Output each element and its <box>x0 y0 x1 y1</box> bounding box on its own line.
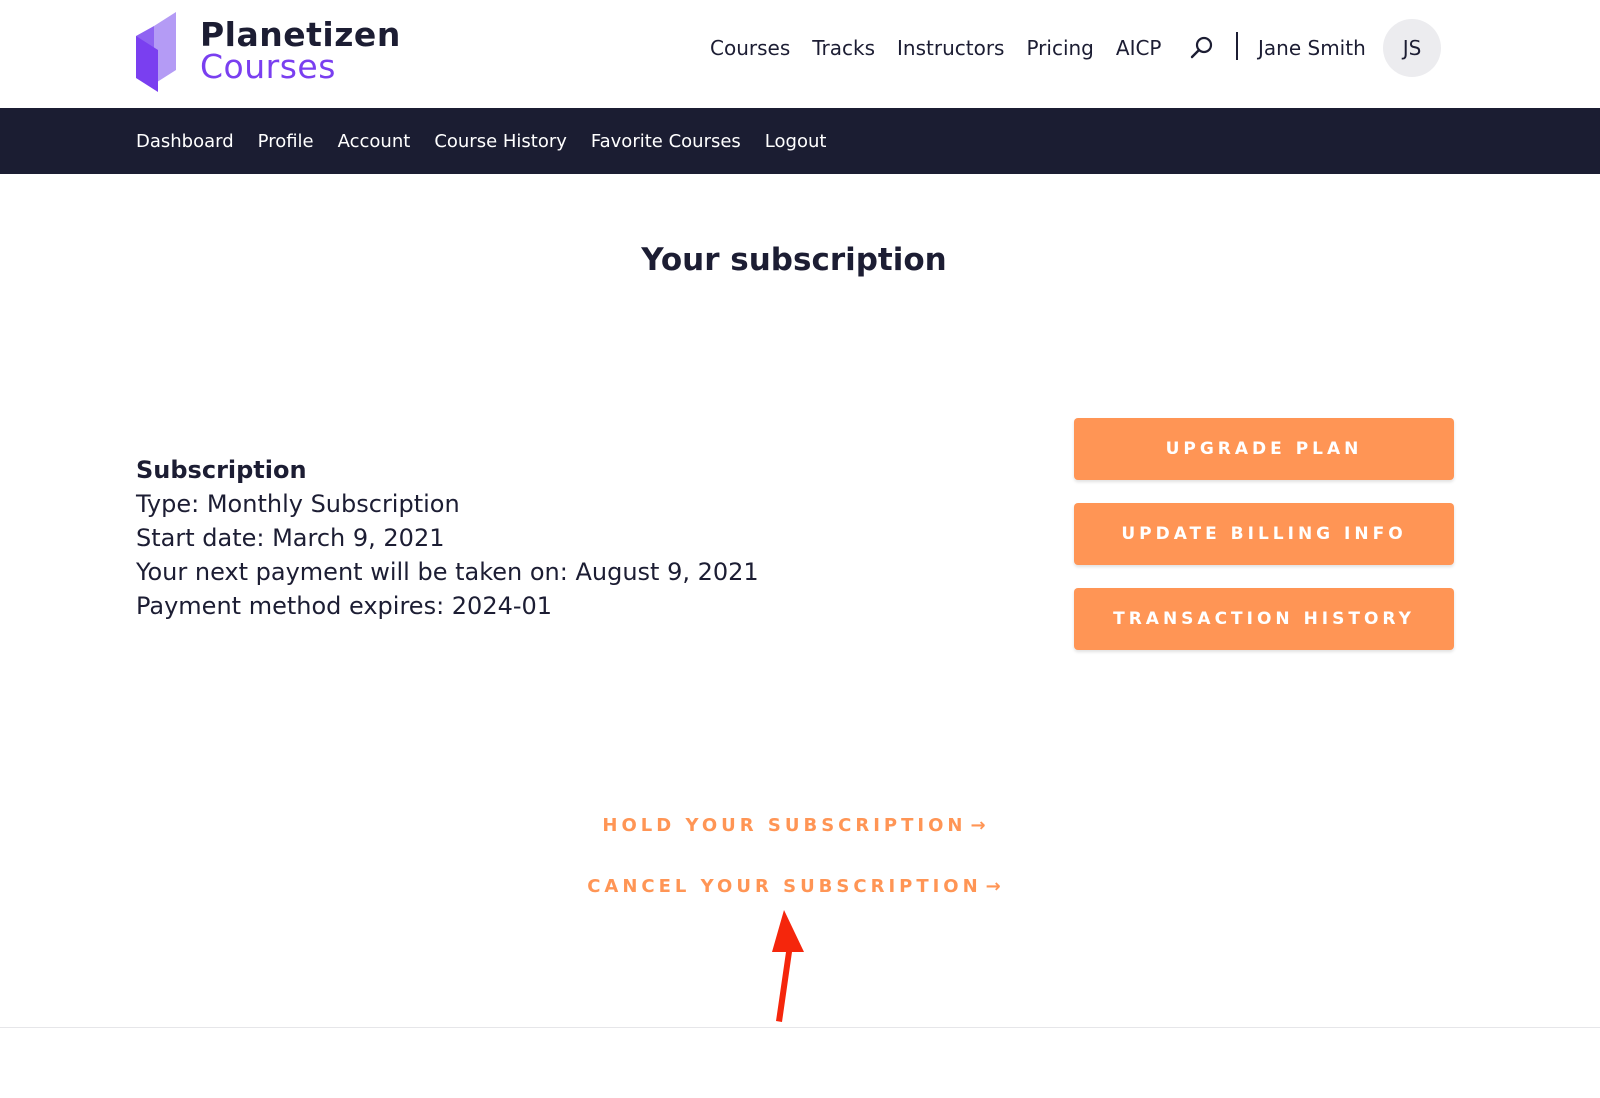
hold-subscription-link[interactable]: HOLD YOUR SUBSCRIPTION → <box>0 815 1588 836</box>
search-button[interactable] <box>1188 34 1216 62</box>
update-billing-info-button[interactable]: UPDATE BILLING INFO <box>1074 503 1454 565</box>
subscription-heading: Subscription <box>136 456 307 484</box>
header-divider <box>1236 32 1238 60</box>
logo-line-2: Courses <box>200 47 336 86</box>
annotation-arrow-icon <box>772 910 804 1022</box>
account-nav-items: Dashboard Profile Account Course History… <box>136 108 850 174</box>
payment-method-expiry: Payment method expires: 2024-01 <box>136 592 553 620</box>
search-icon <box>1190 36 1213 59</box>
account-nav-course-history[interactable]: Course History <box>434 131 567 152</box>
hold-subscription-label: HOLD YOUR SUBSCRIPTION <box>602 815 967 836</box>
transaction-history-button[interactable]: TRANSACTION HISTORY <box>1074 588 1454 650</box>
planetizen-book-logo-icon <box>136 12 176 92</box>
site-header: Planetizen Courses Courses Tracks Instru… <box>0 0 1600 108</box>
main-nav: Courses Tracks Instructors Pricing AICP <box>710 36 1184 60</box>
account-nav-logout[interactable]: Logout <box>765 131 827 152</box>
cancel-subscription-link[interactable]: CANCEL YOUR SUBSCRIPTION → <box>0 876 1588 897</box>
account-nav-favorite-courses[interactable]: Favorite Courses <box>591 131 741 152</box>
account-nav: Dashboard Profile Account Course History… <box>0 108 1600 174</box>
nav-tracks[interactable]: Tracks <box>812 36 875 60</box>
upgrade-plan-button[interactable]: UPGRADE PLAN <box>1074 418 1454 480</box>
nav-instructors[interactable]: Instructors <box>897 36 1004 60</box>
nav-aicp[interactable]: AICP <box>1116 36 1162 60</box>
cancel-subscription-label: CANCEL YOUR SUBSCRIPTION <box>587 876 982 897</box>
footer-divider <box>0 1027 1600 1028</box>
subscription-details: Subscription Type: Monthly Subscription … <box>136 453 759 623</box>
logo-wordmark: Planetizen Courses <box>200 18 401 83</box>
subscription-next-payment: Your next payment will be taken on: Augu… <box>136 558 759 586</box>
brand-logo[interactable]: Planetizen Courses <box>136 12 400 92</box>
subscription-start-date: Start date: March 9, 2021 <box>136 524 445 552</box>
subscription-type: Type: Monthly Subscription <box>136 490 460 518</box>
account-nav-account[interactable]: Account <box>338 131 411 152</box>
nav-pricing[interactable]: Pricing <box>1026 36 1093 60</box>
page-title: Your subscription <box>641 242 947 278</box>
account-nav-profile[interactable]: Profile <box>258 131 314 152</box>
arrow-right-icon: → <box>985 876 1001 897</box>
arrow-right-icon: → <box>970 815 986 836</box>
account-nav-dashboard[interactable]: Dashboard <box>136 131 234 152</box>
avatar[interactable]: JS <box>1383 19 1441 77</box>
nav-courses[interactable]: Courses <box>710 36 790 60</box>
user-name[interactable]: Jane Smith <box>1258 36 1366 60</box>
